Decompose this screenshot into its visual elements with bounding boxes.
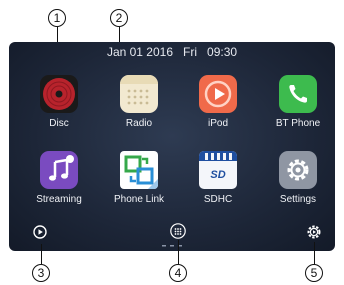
app-radio[interactable]: Radio (102, 75, 176, 130)
disc-icon (40, 75, 78, 113)
music-note-icon (40, 151, 78, 189)
app-streaming[interactable]: Streaming (22, 151, 96, 206)
settings-button[interactable] (306, 224, 322, 240)
play-circle-icon (33, 225, 47, 239)
sd-card-icon: SD (199, 151, 237, 189)
phone-link-icon (120, 151, 158, 189)
svg-text:SD: SD (210, 169, 225, 181)
app-phone-link-label: Phone Link (113, 194, 165, 205)
status-bar: Jan 01 2016 Fri 09:30 (9, 45, 335, 59)
app-sdhc[interactable]: SD SDHC (181, 151, 255, 206)
status-day: Fri (183, 45, 198, 59)
callout-1: 1 (48, 9, 66, 27)
app-phone-link[interactable]: Phone Link (102, 151, 176, 206)
status-date: Jan 01 2016 (106, 45, 173, 59)
app-settings[interactable]: Settings (261, 151, 335, 206)
app-disc[interactable]: Disc (22, 75, 96, 130)
app-grid-icon (170, 223, 186, 239)
status-time: 09:30 (207, 45, 238, 59)
app-ipod-label: iPod (207, 118, 228, 129)
app-streaming-label: Streaming (36, 194, 82, 205)
callout-3: 3 (32, 264, 50, 282)
app-radio-label: Radio (125, 118, 153, 129)
app-bt-phone[interactable]: BT Phone (261, 75, 335, 130)
head-unit-screen: Jan 01 2016 Fri 09:30 Disc Radio iPod BT… (9, 42, 335, 251)
play-button[interactable] (33, 225, 47, 239)
ipod-icon (199, 75, 237, 113)
settings-gear-icon (307, 225, 321, 239)
callout-3-leader (41, 244, 42, 264)
radio-icon (120, 75, 158, 113)
app-bt-phone-label: BT Phone (275, 118, 321, 129)
app-sdhc-label: SDHC (203, 194, 233, 205)
gear-icon (279, 151, 317, 189)
callout-2: 2 (110, 9, 128, 27)
callout-5-leader (314, 242, 315, 264)
callout-4: 4 (169, 264, 187, 282)
page-indicator (162, 245, 182, 247)
callout-5: 5 (305, 264, 323, 282)
app-ipod[interactable]: iPod (181, 75, 255, 130)
phone-icon (279, 75, 317, 113)
app-disc-label: Disc (49, 118, 69, 129)
app-grid-button[interactable] (170, 223, 186, 239)
callout-4-leader (178, 240, 179, 264)
app-settings-label: Settings (279, 194, 317, 205)
